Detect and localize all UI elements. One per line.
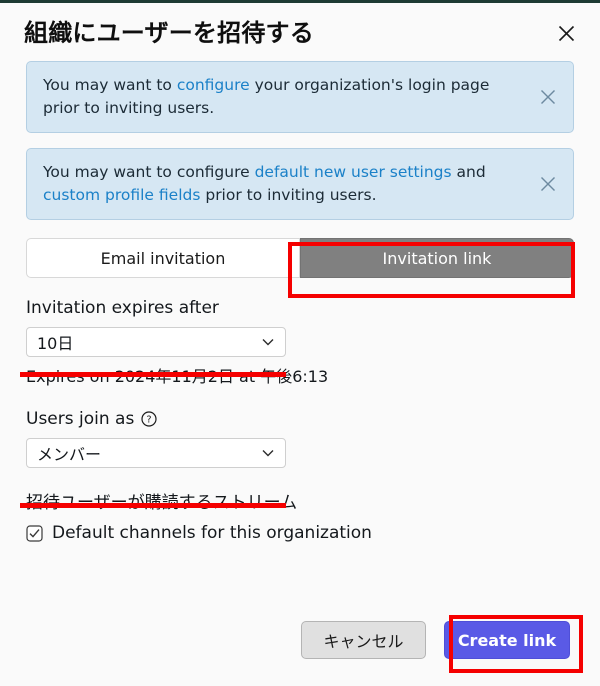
invitation-expires-label: Invitation expires after xyxy=(26,298,219,318)
configure-link[interactable]: configure xyxy=(177,76,250,94)
default-new-user-settings-link[interactable]: default new user settings xyxy=(255,163,452,181)
invite-method-tabs: Email invitation Invitation link xyxy=(26,238,574,278)
tab-email-invitation[interactable]: Email invitation xyxy=(26,238,300,278)
svg-text:?: ? xyxy=(147,415,152,426)
create-link-button[interactable]: Create link xyxy=(444,621,570,659)
tab-invitation-link[interactable]: Invitation link xyxy=(300,238,574,278)
alert-text-segment: and xyxy=(451,163,486,181)
tab-label: Invitation link xyxy=(382,248,492,268)
users-join-as-field: Users join as ? メンバー xyxy=(26,407,574,468)
cancel-button[interactable]: キャンセル xyxy=(301,621,426,659)
alert-close-icon[interactable] xyxy=(537,86,559,108)
chevron-down-icon xyxy=(261,335,275,349)
close-icon[interactable] xyxy=(554,21,578,45)
alert-text-segment: prior to inviting users. xyxy=(200,186,377,204)
custom-profile-fields-link[interactable]: custom profile fields xyxy=(43,186,200,204)
alert-text: You may want to configure your organizat… xyxy=(43,74,519,120)
alert-close-icon[interactable] xyxy=(537,173,559,195)
checkbox-checked-icon[interactable] xyxy=(26,524,43,542)
invitation-expires-field: Invitation expires after 10日 Expires on … xyxy=(26,296,574,389)
tab-label: Email invitation xyxy=(100,248,226,268)
default-channels-checkbox-label: Default channels for this organization xyxy=(52,523,372,543)
default-channels-checkbox-row[interactable]: Default channels for this organization xyxy=(26,521,574,545)
subscribed-streams-heading: 招待ユーザーが購読するストリーム xyxy=(26,493,298,513)
invitation-expires-value: 10日 xyxy=(37,334,74,353)
subscribed-streams-section: 招待ユーザーが購読するストリーム Default channels for th… xyxy=(26,490,574,545)
modal-header: 組織にユーザーを招待する xyxy=(0,3,600,49)
users-join-as-select[interactable]: メンバー xyxy=(26,438,286,468)
page-title: 組織にユーザーを招待する xyxy=(24,19,314,47)
users-join-as-value: メンバー xyxy=(37,445,102,464)
invite-users-modal: 組織にユーザーを招待する You may want to configure y… xyxy=(0,3,600,686)
alert-text-segment: You may want to xyxy=(43,76,177,94)
chevron-down-icon xyxy=(261,446,275,460)
invitation-expires-select[interactable]: 10日 xyxy=(26,327,286,357)
help-circle-icon[interactable]: ? xyxy=(141,411,157,427)
login-page-alert: You may want to configure your organizat… xyxy=(26,61,574,133)
modal-body: You may want to configure your organizat… xyxy=(0,49,600,545)
modal-footer: キャンセル Create link xyxy=(0,612,600,686)
alert-text: You may want to configure default new us… xyxy=(43,161,519,207)
users-join-as-label: Users join as ? xyxy=(26,407,574,431)
new-user-settings-alert: You may want to configure default new us… xyxy=(26,148,574,220)
alert-text-segment: You may want to configure xyxy=(43,163,255,181)
users-join-as-label-text: Users join as xyxy=(26,409,135,429)
invitation-expires-hint: Expires on 2024年11月2日 at 午後6:13 xyxy=(26,367,329,386)
